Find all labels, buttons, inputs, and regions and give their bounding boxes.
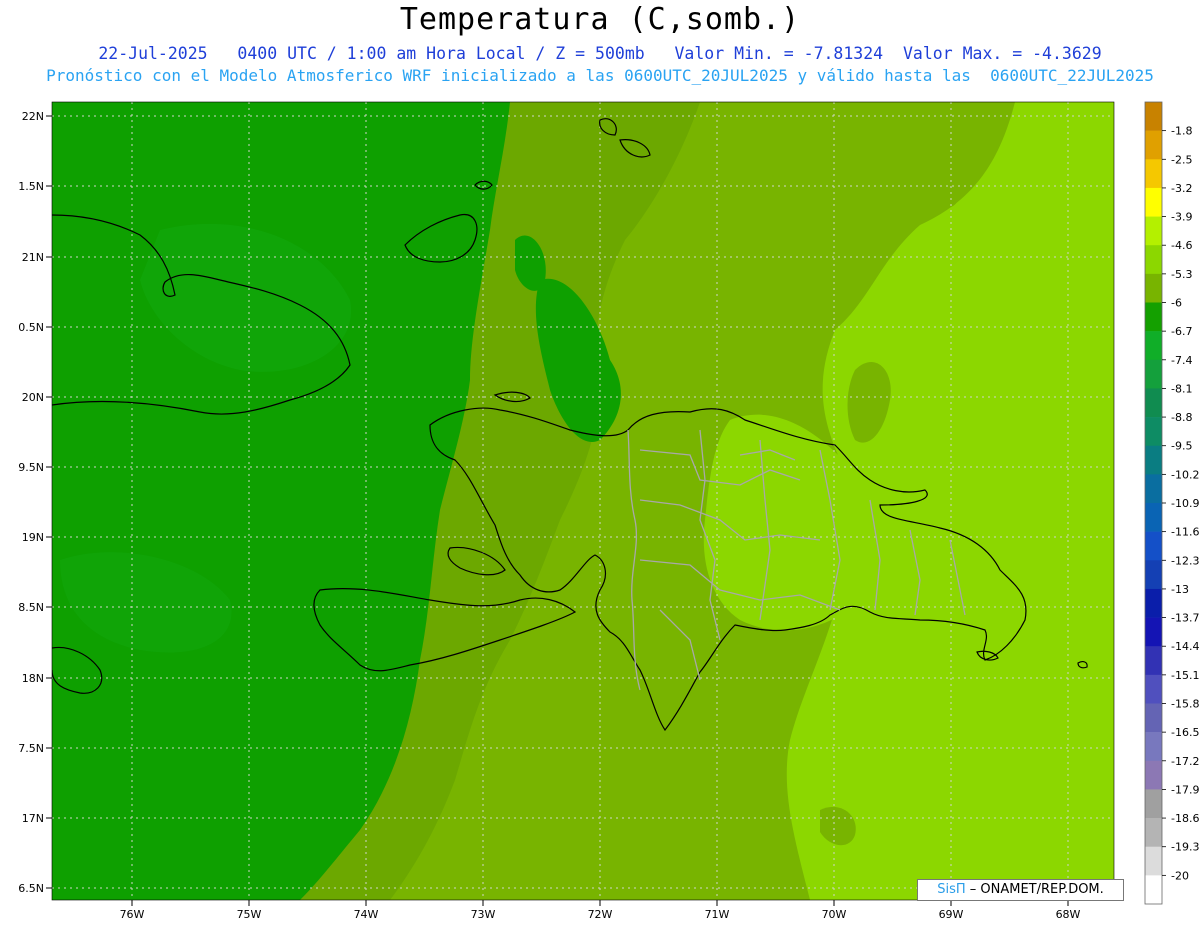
latitude-axis: 22N 1.5N 21N 0.5N 20N 9.5N 19N 8.5N 18N … <box>18 110 52 895</box>
colorbar-label: -15.8 <box>1171 698 1199 711</box>
lon-tick-label: 70W <box>822 908 847 921</box>
colorbar-swatch <box>1145 331 1162 361</box>
lat-tick-label: 6.5N <box>18 882 44 895</box>
lat-tick-label: 20N <box>22 391 44 404</box>
colorbar-swatch <box>1145 789 1162 819</box>
colorbar-swatch <box>1145 503 1162 532</box>
colorbar-swatch <box>1145 245 1162 275</box>
colorbar-label: -3.9 <box>1171 211 1192 224</box>
lon-tick-label: 72W <box>588 908 613 921</box>
colorbar-label: -18.6 <box>1171 812 1199 825</box>
lon-tick-label: 71W <box>705 908 730 921</box>
lat-tick-label: 19N <box>22 531 44 544</box>
lat-tick-label: 1.5N <box>18 180 44 193</box>
colorbar-label: -19.3 <box>1171 841 1199 854</box>
colorbar-label: -11.6 <box>1171 526 1199 539</box>
colorbar-label: -16.5 <box>1171 726 1199 739</box>
colorbar-label: -14.4 <box>1171 640 1199 653</box>
colorbar-label: -12.3 <box>1171 554 1199 567</box>
colorbar-swatch <box>1145 359 1162 389</box>
colorbar-swatch <box>1145 159 1162 189</box>
colorbar-swatch <box>1145 388 1162 418</box>
lat-tick-label: 18N <box>22 672 44 685</box>
colorbar-label: -13 <box>1171 583 1189 596</box>
colorbar-label: -3.2 <box>1171 182 1192 195</box>
colorbar-swatch <box>1145 875 1162 905</box>
colorbar-swatch <box>1145 760 1162 790</box>
colorbar-swatch <box>1145 846 1162 876</box>
colorbar-swatch <box>1145 703 1162 733</box>
lat-tick-label: 17N <box>22 812 44 825</box>
colorbar-label: -10.2 <box>1171 468 1199 481</box>
credit-text: – ONAMET/REP.DOM. <box>969 882 1104 897</box>
colorbar-swatch <box>1145 646 1162 676</box>
colorbar-swatch <box>1145 445 1162 475</box>
colorbar-label: -6 <box>1171 297 1182 310</box>
colorbar-swatch <box>1145 130 1162 160</box>
colorbar-swatch <box>1145 674 1162 704</box>
colorbar-label: -9.5 <box>1171 440 1192 453</box>
lon-tick-label: 73W <box>471 908 496 921</box>
colorbar-label: -10.9 <box>1171 497 1199 510</box>
lat-tick-label: 21N <box>22 251 44 264</box>
colorbar-label: -17.2 <box>1171 755 1199 768</box>
lon-tick-label: 76W <box>120 908 145 921</box>
credit-box: SisΠ – ONAMET/REP.DOM. <box>917 879 1124 901</box>
colorbar-label: -17.9 <box>1171 783 1199 796</box>
sis-logo-text: SisΠ <box>937 882 966 897</box>
map-figure: 22N 1.5N 21N 0.5N 20N 9.5N 19N 8.5N 18N … <box>18 101 1199 921</box>
colorbar-swatch <box>1145 617 1162 647</box>
colorbar-swatch <box>1145 588 1162 618</box>
colorbar-swatch <box>1145 531 1162 561</box>
lat-tick-label: 7.5N <box>18 742 44 755</box>
colorbar-swatch <box>1145 818 1162 848</box>
lon-tick-label: 75W <box>237 908 262 921</box>
lon-tick-label: 68W <box>1056 908 1081 921</box>
longitude-axis: 76W 75W 74W 73W 72W 71W 70W 69W 68W <box>120 900 1081 921</box>
colorbar-label: -4.6 <box>1171 239 1192 252</box>
lon-tick-label: 74W <box>354 908 379 921</box>
colorbar-swatch <box>1145 102 1162 131</box>
colorbar-swatch <box>1145 302 1162 332</box>
colorbar-label: -2.5 <box>1171 153 1192 166</box>
colorbar-swatch <box>1145 273 1162 303</box>
lat-tick-label: 22N <box>22 110 44 123</box>
colorbar-swatch <box>1145 474 1162 504</box>
colorbar-label: -13.7 <box>1171 612 1199 625</box>
colorbar-label: -7.4 <box>1171 354 1192 367</box>
colorbar-label: -5.3 <box>1171 268 1192 281</box>
colorbar-label: -8.1 <box>1171 382 1192 395</box>
lat-tick-label: 9.5N <box>18 461 44 474</box>
colorbar-swatch <box>1145 732 1162 762</box>
colorbar-swatch <box>1145 187 1162 217</box>
colorbar-label: -6.7 <box>1171 325 1192 338</box>
colorbar-label: -15.1 <box>1171 669 1199 682</box>
colorbar: -1.8 -2.5 -3.2 -3.9 -4.6 -5.3 -6 -6.7 -7.4 -8.1 -8… <box>1144 101 1199 905</box>
lon-tick-label: 69W <box>939 908 964 921</box>
colorbar-label: -20 <box>1171 869 1189 882</box>
lat-tick-label: 8.5N <box>18 601 44 614</box>
colorbar-label: -8.8 <box>1171 411 1192 424</box>
temperature-field <box>52 102 1114 900</box>
colorbar-swatch <box>1145 216 1162 246</box>
colorbar-label: -1.8 <box>1171 125 1192 138</box>
lat-tick-label: 0.5N <box>18 321 44 334</box>
colorbar-swatch <box>1145 417 1162 447</box>
colorbar-swatch <box>1145 560 1162 590</box>
